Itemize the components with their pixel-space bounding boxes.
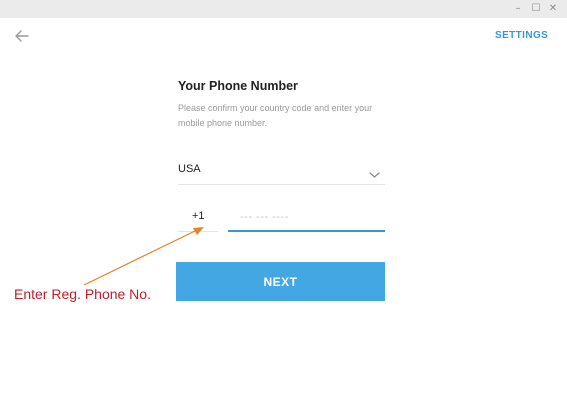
phone-number-field[interactable] bbox=[228, 203, 385, 232]
maximize-icon[interactable]: ☐ bbox=[529, 2, 543, 16]
country-value: USA bbox=[178, 163, 201, 175]
country-code-field[interactable]: +1 bbox=[178, 203, 218, 232]
chevron-down-icon bbox=[369, 166, 380, 178]
annotation-label: Enter Reg. Phone No. bbox=[14, 286, 151, 302]
phone-number-input[interactable] bbox=[228, 207, 385, 227]
settings-button[interactable]: SETTINGS bbox=[495, 30, 548, 41]
close-icon[interactable]: ✕ bbox=[546, 2, 560, 16]
page-description: Please confirm your country code and ent… bbox=[178, 103, 373, 128]
country-code-value: +1 bbox=[192, 210, 205, 222]
next-button[interactable]: NEXT bbox=[176, 262, 385, 301]
back-arrow-icon[interactable] bbox=[12, 27, 32, 45]
page-title: Your Phone Number bbox=[178, 79, 298, 93]
minimize-icon[interactable]: – bbox=[511, 2, 525, 16]
country-select[interactable]: USA bbox=[178, 155, 385, 185]
window-titlebar: – ☐ ✕ bbox=[0, 0, 567, 18]
